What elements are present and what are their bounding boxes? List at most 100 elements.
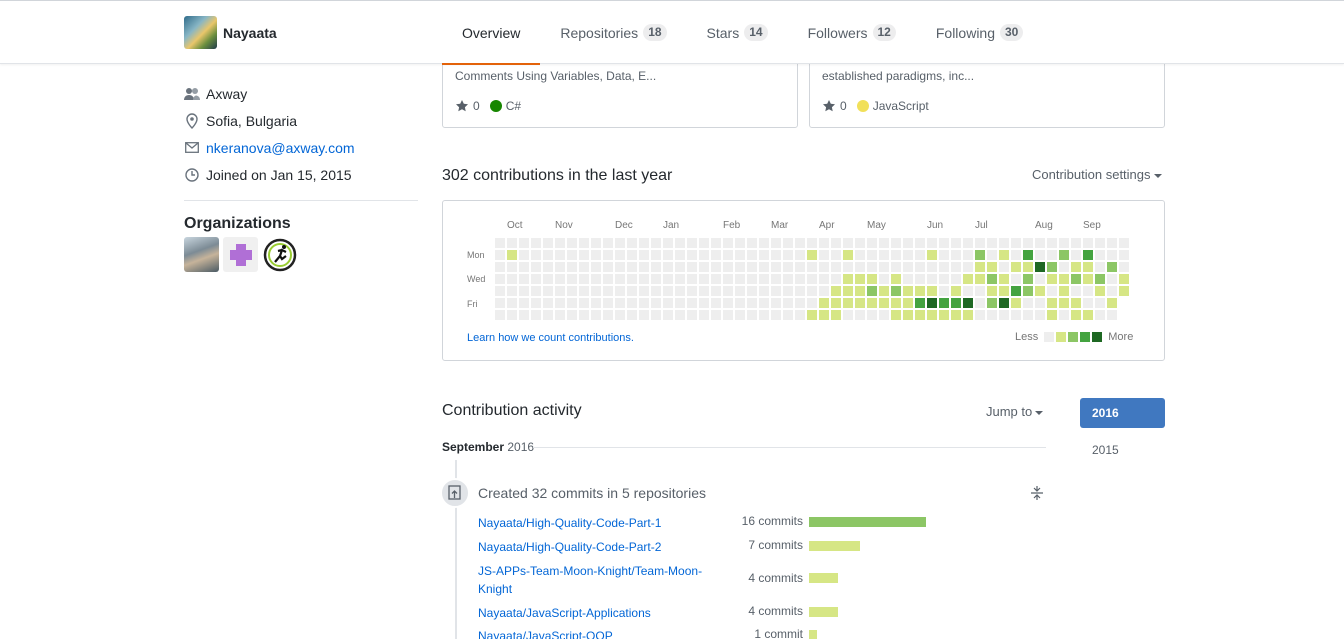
calendar-day[interactable] [735,238,745,248]
calendar-day[interactable] [651,274,661,284]
calendar-day[interactable] [771,238,781,248]
calendar-day[interactable] [1023,274,1033,284]
calendar-day[interactable] [1047,310,1057,320]
repo-link[interactable]: Nayaata/JavaScript-Applications [478,604,718,622]
calendar-day[interactable] [615,250,625,260]
calendar-day[interactable] [939,274,949,284]
calendar-day[interactable] [1071,286,1081,296]
calendar-day[interactable] [939,250,949,260]
calendar-day[interactable] [927,298,937,308]
calendar-day[interactable] [759,250,769,260]
calendar-day[interactable] [927,262,937,272]
calendar-day[interactable] [567,262,577,272]
calendar-day[interactable] [675,250,685,260]
calendar-day[interactable] [555,274,565,284]
calendar-day[interactable] [951,250,961,260]
calendar-day[interactable] [951,310,961,320]
calendar-day[interactable] [591,250,601,260]
calendar-day[interactable] [651,238,661,248]
calendar-day[interactable] [639,274,649,284]
calendar-day[interactable] [555,250,565,260]
calendar-day[interactable] [603,274,613,284]
calendar-day[interactable] [519,298,529,308]
calendar-day[interactable] [1119,250,1129,260]
calendar-day[interactable] [1023,298,1033,308]
calendar-day[interactable] [1071,298,1081,308]
calendar-day[interactable] [867,286,877,296]
calendar-day[interactable] [795,298,805,308]
calendar-day[interactable] [795,262,805,272]
calendar-day[interactable] [603,286,613,296]
calendar-day[interactable] [1083,298,1093,308]
calendar-day[interactable] [579,298,589,308]
calendar-day[interactable] [795,238,805,248]
calendar-day[interactable] [855,274,865,284]
calendar-day[interactable] [747,250,757,260]
calendar-day[interactable] [639,262,649,272]
calendar-day[interactable] [963,310,973,320]
calendar-day[interactable] [1047,286,1057,296]
calendar-day[interactable] [819,298,829,308]
fold-toggle-icon[interactable] [1029,485,1045,501]
calendar-day[interactable] [975,238,985,248]
calendar-day[interactable] [927,310,937,320]
calendar-day[interactable] [1059,250,1069,260]
calendar-day[interactable] [531,250,541,260]
calendar-day[interactable] [615,238,625,248]
calendar-day[interactable] [747,286,757,296]
calendar-day[interactable] [999,286,1009,296]
calendar-day[interactable] [999,250,1009,260]
calendar-day[interactable] [615,286,625,296]
calendar-day[interactable] [615,262,625,272]
calendar-day[interactable] [531,274,541,284]
calendar-day[interactable] [663,238,673,248]
calendar-day[interactable] [1047,274,1057,284]
calendar-day[interactable] [1119,262,1129,272]
calendar-day[interactable] [783,238,793,248]
calendar-day[interactable] [891,286,901,296]
calendar-day[interactable] [951,238,961,248]
calendar-day[interactable] [759,286,769,296]
calendar-day[interactable] [543,250,553,260]
calendar-day[interactable] [519,238,529,248]
year-2015-link[interactable]: 2015 [1092,443,1119,457]
calendar-day[interactable] [699,238,709,248]
calendar-day[interactable] [771,310,781,320]
learn-contributions-link[interactable]: Learn how we count contributions. [467,332,634,344]
repo-link[interactable]: Nayaata/High-Quality-Code-Part-2 [478,538,718,556]
calendar-day[interactable] [1083,250,1093,260]
calendar-day[interactable] [999,274,1009,284]
calendar-day[interactable] [843,274,853,284]
calendar-day[interactable] [843,298,853,308]
calendar-day[interactable] [807,262,817,272]
calendar-day[interactable] [699,310,709,320]
calendar-day[interactable] [1011,286,1021,296]
calendar-day[interactable] [807,238,817,248]
calendar-day[interactable] [1035,310,1045,320]
calendar-day[interactable] [723,262,733,272]
calendar-day[interactable] [519,250,529,260]
calendar-day[interactable] [723,286,733,296]
calendar-day[interactable] [927,274,937,284]
calendar-day[interactable] [735,286,745,296]
calendar-day[interactable] [507,262,517,272]
calendar-day[interactable] [1023,262,1033,272]
calendar-day[interactable] [975,298,985,308]
org-avatar-1[interactable] [184,237,219,272]
calendar-day[interactable] [951,298,961,308]
calendar-day[interactable] [1107,286,1117,296]
calendar-day[interactable] [915,262,925,272]
calendar-day[interactable] [627,298,637,308]
calendar-day[interactable] [543,298,553,308]
calendar-day[interactable] [567,286,577,296]
calendar-day[interactable] [939,298,949,308]
calendar-day[interactable] [711,250,721,260]
calendar-day[interactable] [915,274,925,284]
calendar-day[interactable] [843,250,853,260]
calendar-day[interactable] [987,286,997,296]
calendar-day[interactable] [771,274,781,284]
calendar-day[interactable] [735,274,745,284]
calendar-day[interactable] [747,310,757,320]
calendar-day[interactable] [687,298,697,308]
calendar-day[interactable] [831,238,841,248]
